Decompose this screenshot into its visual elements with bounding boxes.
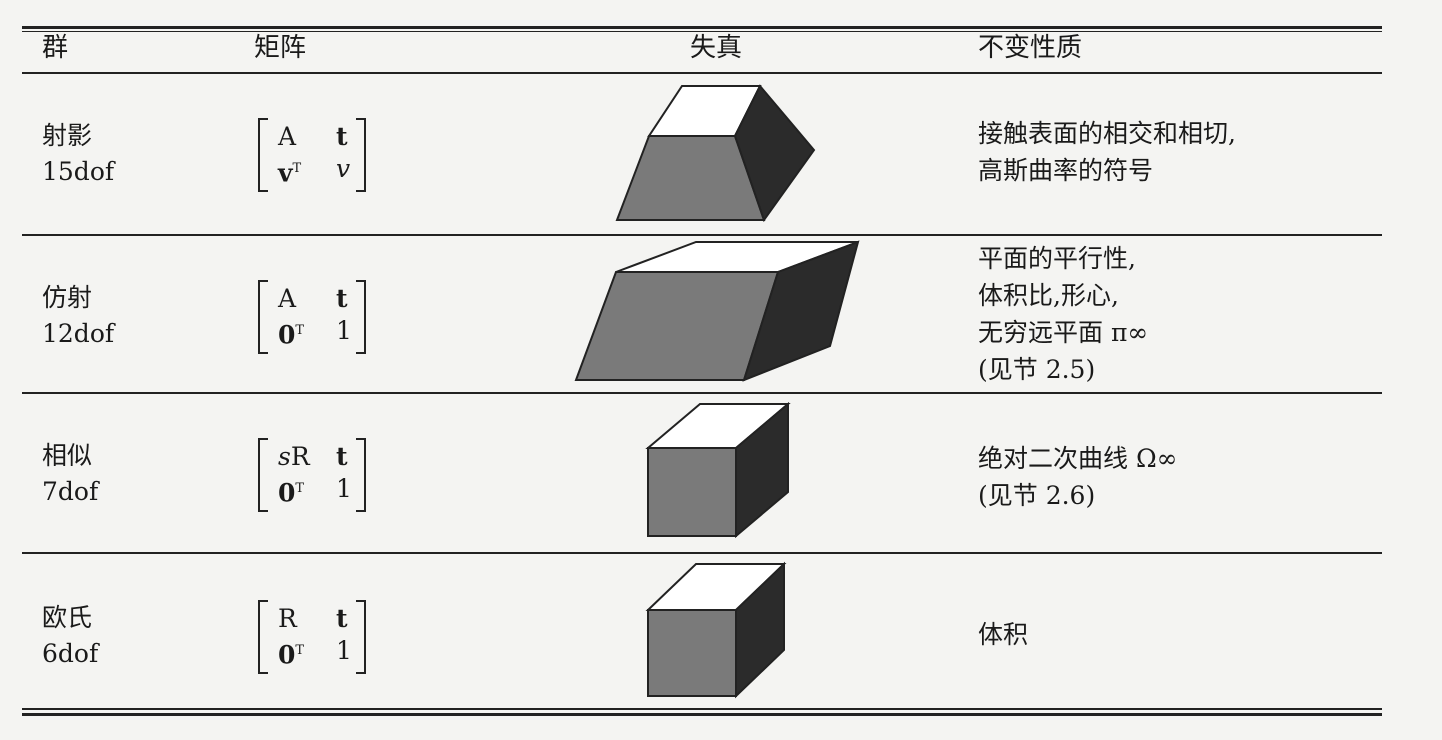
invariants-euclidean: 体积 — [978, 616, 1028, 653]
matrix-entry-21: vT — [278, 158, 302, 188]
invariant-line: 高斯曲率的符号 — [978, 156, 1154, 185]
matrix-projective: A t vT v — [258, 118, 366, 192]
invariants-affine: 平面的平行性, 体积比,形心, 无穷远平面 π∞ (见节 2.5) — [978, 240, 1148, 388]
group-name: 欧氏 — [42, 603, 93, 632]
top-rule-1 — [22, 26, 1382, 29]
bottom-rule-2 — [22, 713, 1382, 716]
matrix-entry-22: 1 — [336, 636, 352, 665]
matrix-entry-21: 0T — [278, 478, 305, 508]
bracket-left — [258, 280, 268, 354]
header-invariants: 不变性质 — [978, 33, 1083, 63]
invariant-line: 接触表面的相交和相切, — [978, 119, 1236, 148]
matrix-entry-22: v — [336, 154, 351, 183]
bracket-left — [258, 600, 268, 674]
row-rule-1 — [22, 234, 1382, 236]
group-dof: 15dof — [42, 157, 115, 186]
matrix-entry-22: 1 — [336, 474, 352, 503]
row-rule-2 — [22, 392, 1382, 394]
invariant-line: 体积 — [978, 620, 1029, 649]
group-dof: 12dof — [42, 319, 115, 348]
matrix-similarity: sR t 0T 1 — [258, 438, 366, 512]
bracket-left — [258, 118, 268, 192]
header-matrix: 矩阵 — [254, 33, 307, 63]
matrix-entry-12: t — [336, 442, 348, 471]
matrix-entry-11: A — [278, 122, 297, 151]
invariants-similarity: 绝对二次曲线 Ω∞ (见节 2.6) — [978, 440, 1178, 514]
bottom-rule-1 — [22, 708, 1382, 710]
row-similarity-group: 相似 7dof — [42, 438, 98, 510]
header-distortion: 失真 — [690, 33, 743, 63]
header-rule — [22, 72, 1382, 74]
invariant-line: (见节 2.5) — [978, 355, 1096, 384]
bracket-right — [356, 438, 366, 512]
affine-box-shape — [574, 240, 860, 382]
matrix-entry-12: t — [336, 604, 348, 633]
bracket-left — [258, 438, 268, 512]
invariants-projective: 接触表面的相交和相切, 高斯曲率的符号 — [978, 115, 1236, 189]
projective-box-shape — [615, 84, 816, 223]
euclidean-cube-shape — [645, 561, 787, 699]
matrix-entry-21: 0T — [278, 320, 305, 350]
row-affine-group: 仿射 12dof — [42, 280, 114, 352]
bracket-right — [356, 280, 366, 354]
bracket-right — [356, 118, 366, 192]
group-name: 相似 — [42, 441, 93, 470]
group-dof: 7dof — [42, 477, 99, 506]
group-name: 射影 — [42, 121, 93, 150]
invariant-line: (见节 2.6) — [978, 481, 1096, 510]
invariant-line: 绝对二次曲线 Ω∞ — [978, 444, 1178, 473]
group-dof: 6dof — [42, 639, 99, 668]
similarity-cube-shape — [645, 401, 791, 539]
row-euclidean-group: 欧氏 6dof — [42, 600, 98, 672]
matrix-entry-11: R — [278, 604, 297, 633]
matrix-entry-12: t — [336, 122, 348, 151]
matrix-entry-22: 1 — [336, 316, 352, 345]
matrix-entry-11: sR — [278, 442, 310, 471]
group-name: 仿射 — [42, 283, 93, 312]
matrix-affine: A t 0T 1 — [258, 280, 366, 354]
row-projective-group: 射影 15dof — [42, 118, 114, 190]
matrix-euclidean: R t 0T 1 — [258, 600, 366, 674]
matrix-entry-12: t — [336, 284, 348, 313]
header-group: 群 — [42, 33, 69, 63]
invariant-line: 无穷远平面 π∞ — [978, 318, 1149, 347]
matrix-entry-11: A — [278, 284, 297, 313]
row-rule-3 — [22, 552, 1382, 554]
matrix-entry-21: 0T — [278, 640, 305, 670]
invariant-line: 平面的平行性, — [978, 244, 1136, 273]
bracket-right — [356, 600, 366, 674]
invariant-line: 体积比,形心, — [978, 281, 1119, 310]
